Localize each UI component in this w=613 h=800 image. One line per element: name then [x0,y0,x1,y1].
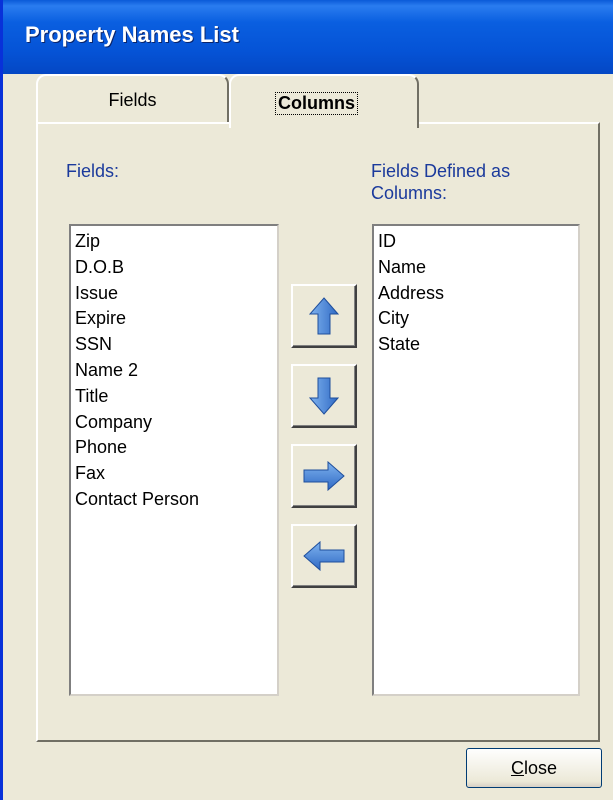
remove-column-button[interactable] [291,524,357,588]
add-column-button[interactable] [291,444,357,508]
defined-columns-list[interactable]: ID Name Address City State [372,224,580,696]
list-item[interactable]: City [378,306,574,332]
right-arrow-icon [303,461,345,491]
defined-columns-label-line1: Fields Defined as [371,161,511,181]
list-item[interactable]: State [378,332,574,358]
up-arrow-icon [309,297,339,335]
list-item[interactable]: Issue [75,281,273,307]
list-item[interactable]: ID [378,229,574,255]
list-item[interactable]: Title [75,384,273,410]
left-arrow-icon [303,541,345,571]
list-item[interactable]: D.O.B [75,255,273,281]
move-down-button[interactable] [291,364,357,428]
window-title: Property Names List [25,22,239,47]
list-item[interactable]: Phone [75,435,273,461]
tab-fields[interactable]: Fields [36,74,229,124]
close-mnemonic: C [510,758,524,778]
list-item[interactable]: Contact Person [75,487,273,513]
list-item[interactable]: Expire [75,306,273,332]
defined-columns-label-line2: Columns: [371,183,448,203]
list-item[interactable]: Name 2 [75,358,273,384]
close-label: lose [523,758,558,778]
title-bar[interactable]: Property Names List [3,0,613,74]
list-item[interactable]: Zip [75,229,273,255]
move-up-button[interactable] [291,284,357,348]
close-button[interactable]: Close [466,748,602,788]
tab-columns[interactable]: Columns [229,74,419,128]
list-item[interactable]: Fax [75,461,273,487]
tab-panel: Fields: Fields Defined as Columns: Zip D… [36,122,600,742]
dialog-window: Property Names List Fields Columns Field… [0,0,613,800]
list-item[interactable]: Company [75,410,273,436]
fields-label: Fields: [66,161,120,181]
list-item[interactable]: SSN [75,332,273,358]
defined-columns-label: Fields Defined as Columns: [371,160,510,204]
available-fields-list[interactable]: Zip D.O.B Issue Expire SSN Name 2 Title … [69,224,279,696]
tab-fields-label: Fields [108,90,157,110]
down-arrow-icon [309,377,339,415]
list-item[interactable]: Name [378,255,574,281]
tab-columns-label: Columns [275,92,359,115]
list-item[interactable]: Address [378,281,574,307]
